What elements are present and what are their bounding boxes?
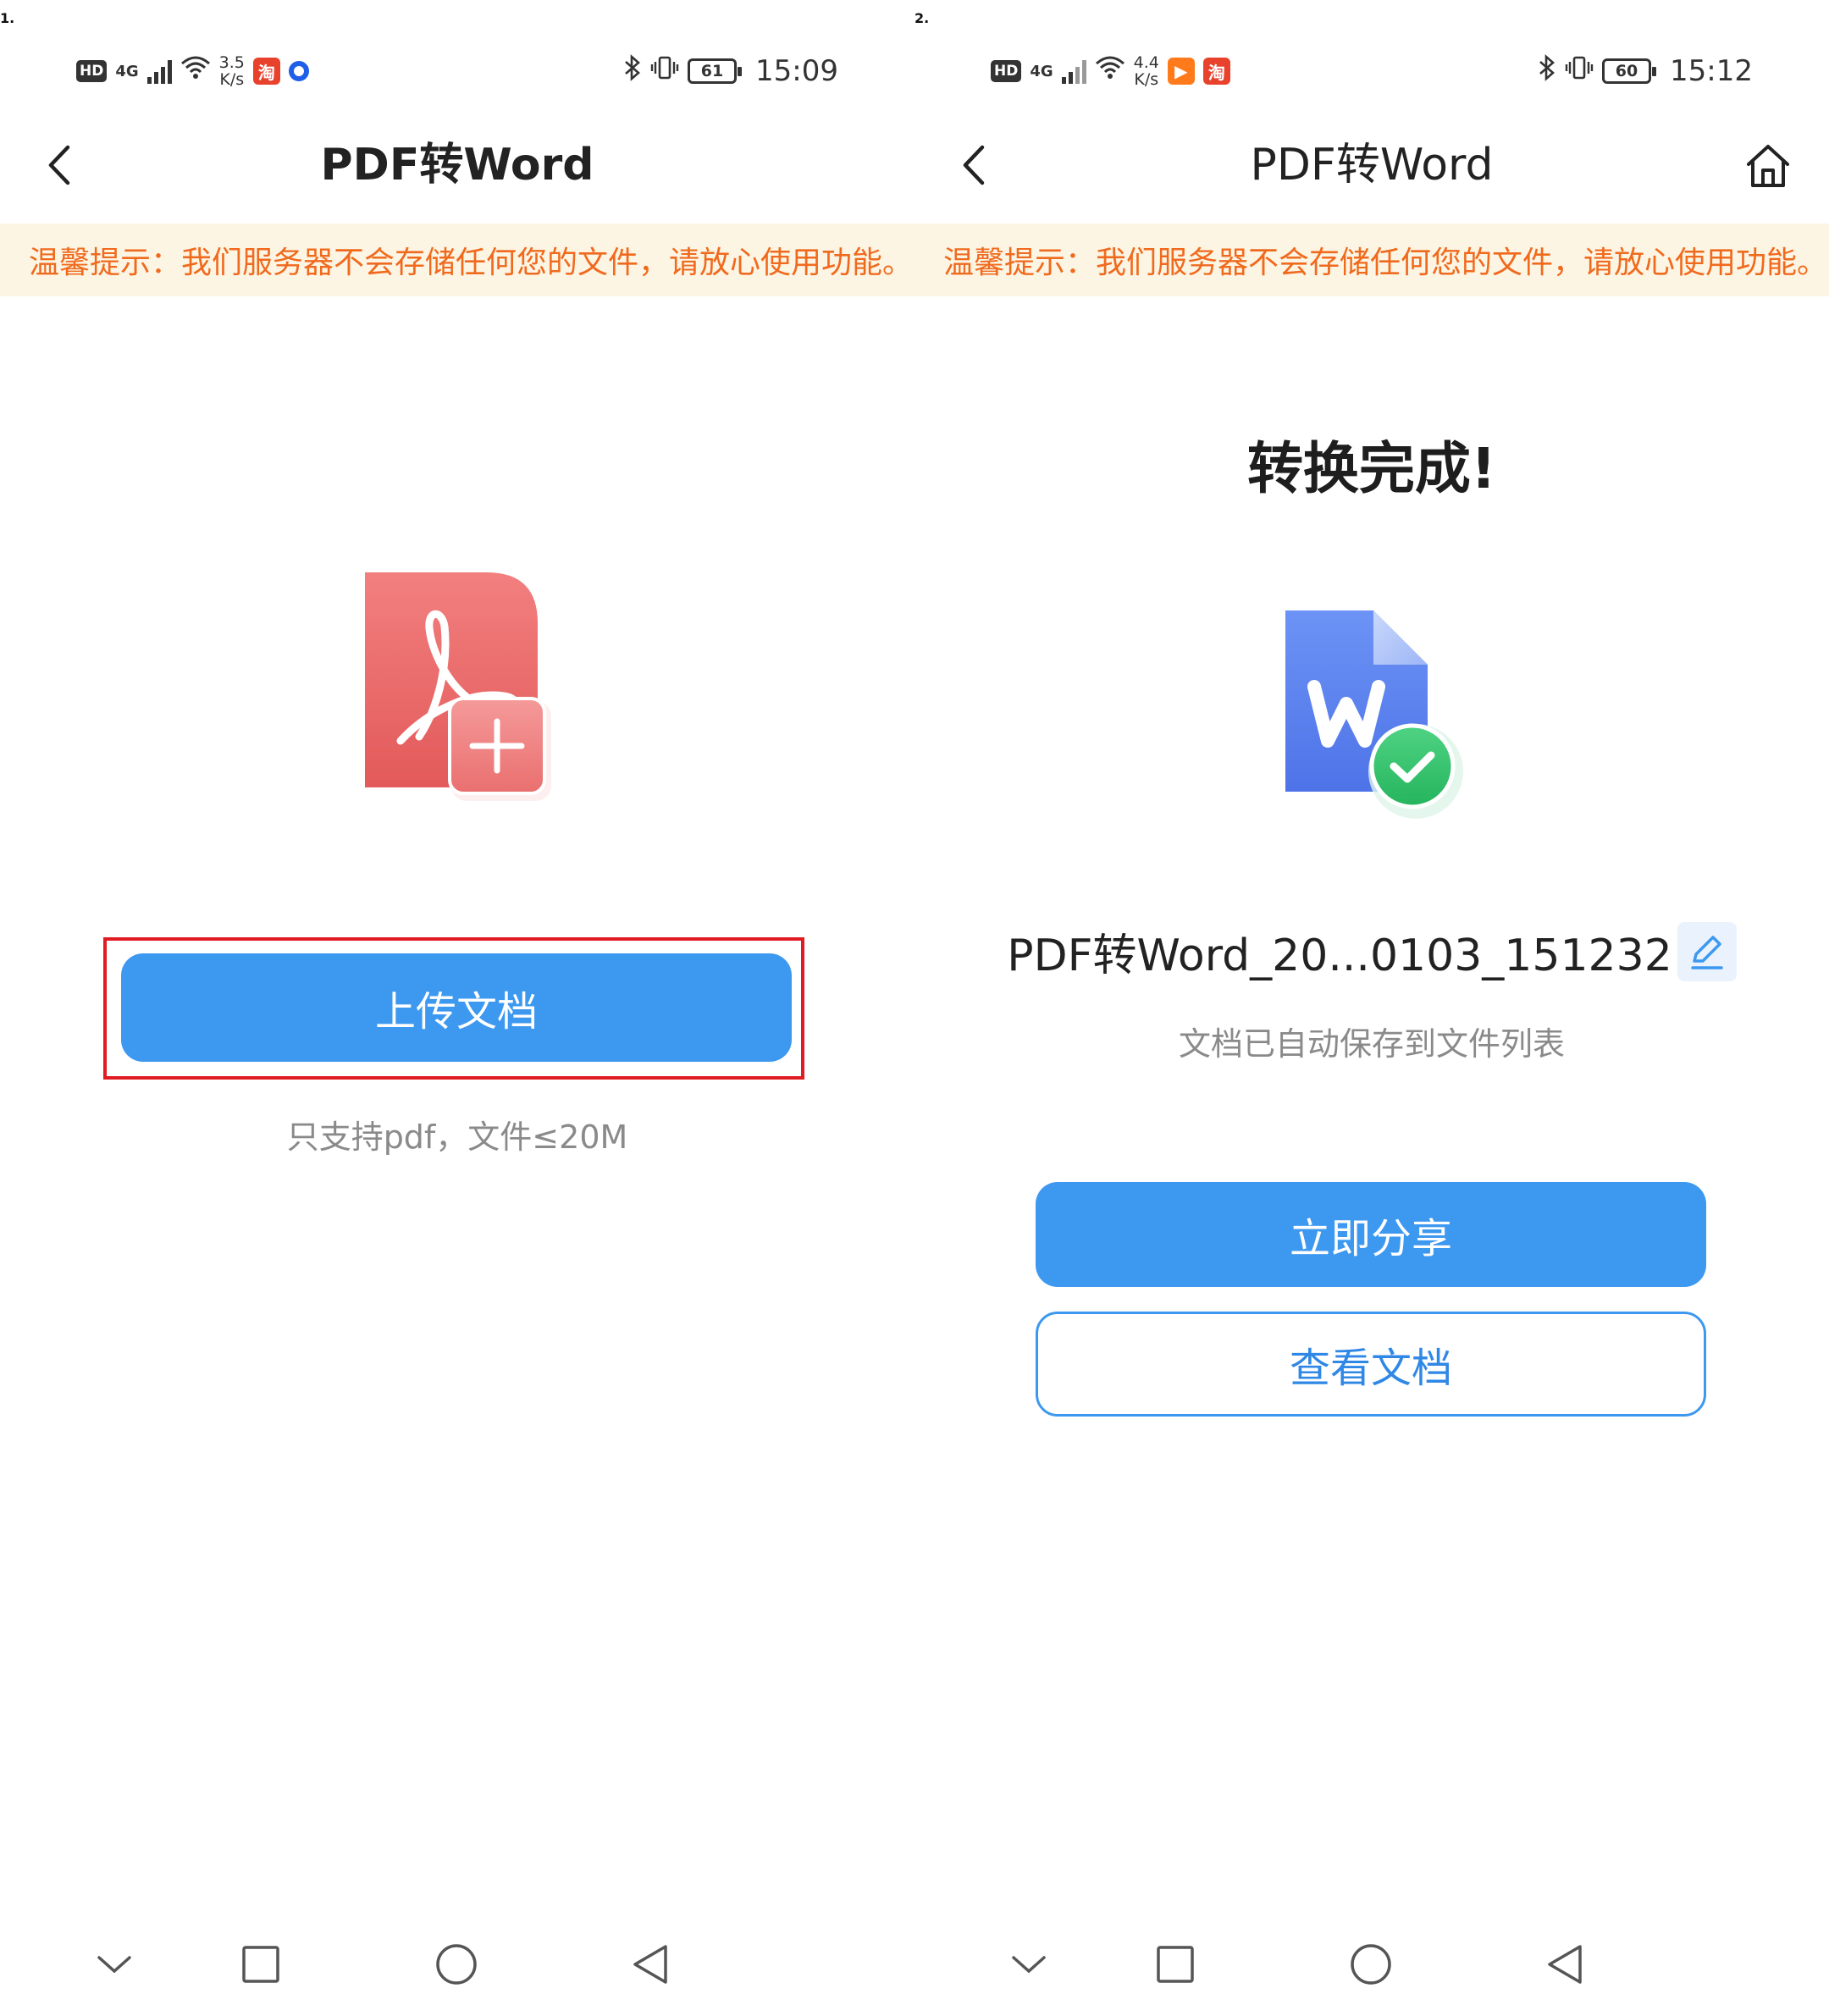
- back-button[interactable]: [34, 137, 85, 193]
- status-time: 15:12: [1670, 54, 1753, 88]
- pdf-add-icon: [360, 567, 563, 813]
- panel-label: 1.: [0, 10, 15, 26]
- chevron-left-icon: [963, 145, 985, 185]
- speed-unit: K/s: [1134, 70, 1159, 89]
- nav-collapse-button[interactable]: [1003, 1939, 1054, 1990]
- wifi-icon: [180, 55, 211, 87]
- square-icon: [1157, 1946, 1194, 1983]
- share-now-button[interactable]: 立即分享: [1036, 1182, 1706, 1287]
- app-header: PDF转Word: [914, 127, 1829, 203]
- status-bar: HD 4G 4.4 K/s ▶ 淘 60 15:12: [914, 44, 1829, 98]
- nav-recents-button[interactable]: [235, 1939, 286, 1990]
- net-speed: 4.4 K/s: [1134, 54, 1159, 88]
- signal-icon: [146, 58, 172, 84]
- triangle-back-icon: [1548, 1945, 1582, 1984]
- page-title: PDF转Word: [320, 140, 594, 191]
- conversion-complete-title: 转换完成!: [1246, 436, 1497, 501]
- panel-label: 2.: [914, 10, 930, 26]
- status-time: 15:09: [755, 54, 838, 88]
- speed-unit: K/s: [219, 70, 245, 89]
- vibrate-icon: [1565, 54, 1594, 88]
- view-document-button[interactable]: 查看文档: [1036, 1312, 1706, 1417]
- battery-indicator: 60: [1602, 58, 1657, 84]
- nav-back-button[interactable]: [1539, 1939, 1590, 1990]
- nav-home-button[interactable]: [431, 1939, 482, 1990]
- system-nav-bar: [0, 1930, 914, 1998]
- output-file-row: PDF转Word_20...0103_151232: [914, 920, 1829, 983]
- rename-button[interactable]: [1677, 921, 1737, 981]
- nav-recents-button[interactable]: [1150, 1939, 1201, 1990]
- speed-value: 3.5: [218, 53, 245, 72]
- status-bar: HD 4G 3.5 K/s 淘 61 15:09: [0, 44, 914, 98]
- bluetooth-icon: [1538, 54, 1556, 88]
- net-speed: 3.5 K/s: [219, 54, 245, 88]
- taobao-icon: 淘: [1202, 58, 1230, 85]
- page-title: PDF转Word: [1250, 140, 1494, 191]
- chevron-down-icon: [1012, 1956, 1046, 1974]
- app-header: PDF转Word: [0, 127, 914, 203]
- bluetooth-icon: [623, 54, 642, 88]
- square-icon: [242, 1946, 279, 1983]
- chevron-left-icon: [48, 145, 70, 185]
- network-type: 4G: [1030, 62, 1053, 80]
- circle-icon: [1351, 1944, 1391, 1985]
- pencil-icon: [1691, 935, 1723, 969]
- home-button[interactable]: [1741, 139, 1795, 193]
- privacy-notice: 温馨提示：我们服务器不会存储任何您的文件，请放心使用功能。: [914, 224, 1829, 296]
- system-nav-bar: [914, 1930, 1829, 1998]
- signal-icon: [1061, 58, 1086, 84]
- output-file-name: PDF转Word_20...0103_151232: [1007, 931, 1672, 981]
- privacy-notice: 温馨提示：我们服务器不会存储任何您的文件，请放心使用功能。: [0, 224, 914, 296]
- chevron-down-icon: [97, 1956, 131, 1974]
- upload-hint: 只支持pdf，文件≤20M: [286, 1118, 628, 1156]
- network-type: 4G: [115, 62, 139, 80]
- taobao-icon: 淘: [252, 58, 280, 85]
- notice-text: 温馨提示：我们服务器不会存储任何您的文件，请放心使用功能。: [29, 246, 914, 280]
- upload-document-button[interactable]: 上传文档: [121, 953, 792, 1062]
- vibrate-icon: [650, 54, 679, 88]
- hd-badge: HD: [76, 60, 108, 82]
- hd-badge: HD: [991, 60, 1022, 82]
- app-notification-icon: [288, 61, 309, 81]
- back-button[interactable]: [948, 137, 999, 193]
- screenshot-panel-2: 2. HD 4G 4.4 K/s ▶ 淘 60 15:12 PDF转Word 温…: [914, 0, 1829, 2016]
- nav-home-button[interactable]: [1346, 1939, 1396, 1990]
- saved-hint: 文档已自动保存到文件列表: [1178, 1025, 1565, 1063]
- notice-text: 温馨提示：我们服务器不会存储任何您的文件，请放心使用功能。: [943, 246, 1828, 280]
- video-app-icon: ▶: [1167, 58, 1195, 85]
- wifi-icon: [1095, 55, 1125, 87]
- nav-collapse-button[interactable]: [89, 1939, 140, 1990]
- triangle-back-icon: [633, 1945, 667, 1984]
- battery-indicator: 61: [688, 58, 743, 84]
- nav-back-button[interactable]: [625, 1939, 676, 1990]
- screenshot-panel-1: 1. HD 4G 3.5 K/s 淘 61 15:09 PDF转Word 温馨提…: [0, 0, 914, 2016]
- speed-value: 4.4: [1133, 53, 1159, 72]
- word-success-icon: [1279, 605, 1473, 826]
- home-icon: [1747, 145, 1789, 187]
- circle-icon: [436, 1944, 477, 1985]
